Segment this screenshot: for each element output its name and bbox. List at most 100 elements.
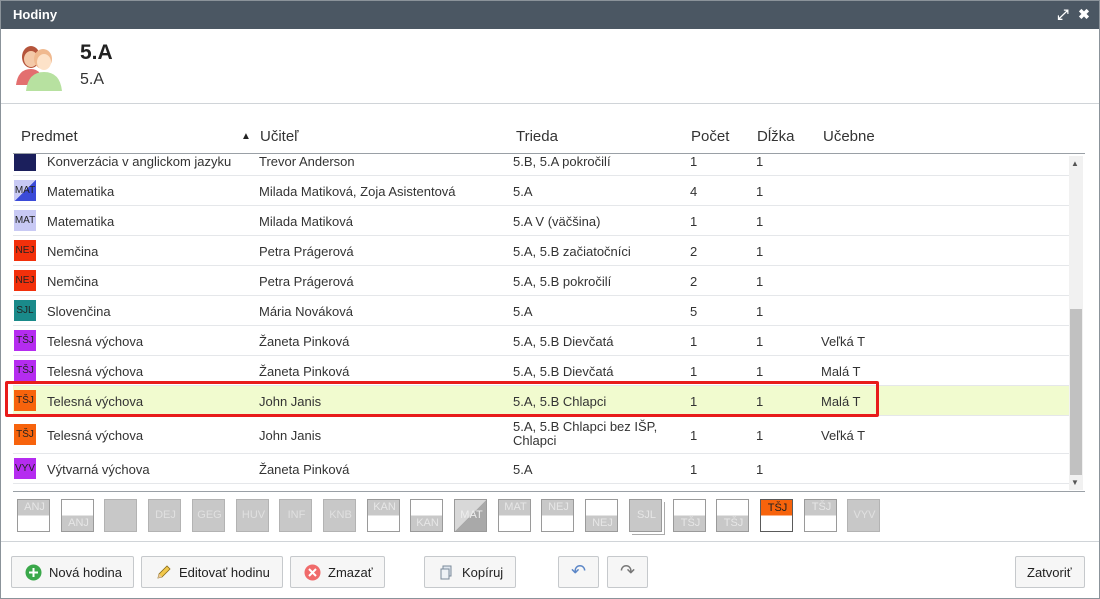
subject-chip[interactable] bbox=[104, 499, 137, 532]
subject-chip-label: MAT bbox=[460, 509, 483, 521]
cell-count: 1 bbox=[690, 154, 698, 169]
cell-subject: Telesná výchova bbox=[47, 334, 144, 349]
subject-chip-label: MAT bbox=[504, 501, 527, 513]
subject-chip[interactable]: DEJ bbox=[148, 499, 181, 532]
maximize-icon[interactable]: ⤢ bbox=[1055, 6, 1071, 22]
title-bar: Hodiny ⤢ ✖ bbox=[1, 1, 1099, 29]
table-row[interactable]: Konverzácia v anglickom jazyku Trevor And… bbox=[13, 154, 1069, 176]
column-header-rooms[interactable]: Učebne bbox=[823, 128, 875, 145]
subject-chip[interactable]: TŠJ bbox=[716, 499, 749, 532]
window-title: Hodiny bbox=[13, 7, 58, 22]
cell-teacher: Žaneta Pinková bbox=[259, 462, 350, 477]
lessons-table: Konverzácia v anglickom jazyku Trevor And… bbox=[13, 153, 1085, 492]
cell-class: 5.A V (väčšina) bbox=[513, 214, 601, 229]
table-row[interactable]: VYV Výtvarná výchova Žaneta Pinková 5.A 1 1 bbox=[13, 454, 1069, 484]
subject-chip[interactable]: KAN bbox=[410, 499, 443, 532]
dialog-footer: Nová hodina Editovať hodinu Zmazať Kopír… bbox=[1, 541, 1099, 599]
cell-class: 5.A, 5.B pokročilí bbox=[513, 274, 612, 289]
subject-color-badge: TŠJ bbox=[14, 360, 36, 381]
subject-color-badge: NEJ bbox=[14, 270, 36, 291]
subject-chip[interactable]: MAT bbox=[454, 499, 487, 532]
cell-teacher: Petra Prágerová bbox=[259, 244, 354, 259]
cell-subject: Výtvarná výchova bbox=[47, 462, 150, 477]
subject-chip[interactable]: ANJ bbox=[17, 499, 50, 532]
table-row[interactable]: TŠJ Telesná výchova Žaneta Pinková 5.A, 5.B… bbox=[13, 326, 1069, 356]
subject-color-badge: MAT bbox=[14, 180, 36, 201]
subject-chip[interactable]: VYV bbox=[847, 499, 880, 532]
column-header-subject[interactable]: Predmet bbox=[21, 128, 78, 145]
subject-chip[interactable]: KNB bbox=[323, 499, 356, 532]
subject-chip-label: TŠJ bbox=[767, 502, 788, 514]
subject-chip-label: VYV bbox=[853, 509, 876, 521]
subject-chip[interactable]: HUV bbox=[236, 499, 269, 532]
cell-length: 1 bbox=[756, 214, 764, 229]
scroll-down-icon[interactable]: ▼ bbox=[1071, 478, 1079, 487]
sort-ascending-icon[interactable]: ▲ bbox=[241, 131, 251, 142]
table-row[interactable]: NEJ Nemčina Petra Prágerová 5.A, 5.B pokroč… bbox=[13, 266, 1069, 296]
cell-teacher: Žaneta Pinková bbox=[259, 364, 350, 379]
cell-class: 5.A bbox=[513, 304, 533, 319]
cell-length: 1 bbox=[756, 428, 764, 443]
subject-chip[interactable]: GEG bbox=[192, 499, 225, 532]
cell-teacher: Žaneta Pinková bbox=[259, 334, 350, 349]
vertical-scrollbar[interactable]: ▲ ▼ bbox=[1069, 156, 1083, 490]
subject-chip[interactable]: TŠJ bbox=[673, 499, 706, 532]
column-header-teacher[interactable]: Učiteľ bbox=[260, 128, 299, 145]
subject-color-badge: VYV bbox=[14, 458, 36, 479]
subject-color-badge: NEJ bbox=[14, 240, 36, 261]
table-row[interactable]: SJL Slovenčina Mária Nováková 5.A 5 1 bbox=[13, 296, 1069, 326]
cell-count: 4 bbox=[690, 184, 698, 199]
close-button[interactable]: Zatvoriť bbox=[1015, 556, 1085, 588]
table-row[interactable]: MAT Matematika Milada Matiková, Zoja Asist… bbox=[13, 176, 1069, 206]
subject-chip[interactable]: TŠJ bbox=[804, 499, 837, 532]
cell-class: 5.A bbox=[513, 462, 533, 477]
subject-chip-label: KAN bbox=[416, 517, 439, 529]
subject-filter-bar: ANJ ANJ DEJ GEG HUV INF KNB KAN KAN MAT MAT NEJ NEJ S… bbox=[17, 499, 897, 535]
subject-chip[interactable]: KAN bbox=[367, 499, 400, 532]
column-header-count[interactable]: Počet bbox=[691, 128, 729, 145]
close-icon[interactable]: ✖ bbox=[1076, 6, 1092, 22]
cell-subject: Konverzácia v anglickom jazyku bbox=[47, 154, 232, 169]
column-header-length[interactable]: Dĺžka bbox=[757, 128, 795, 145]
edit-lesson-button[interactable]: Editovať hodinu bbox=[141, 556, 283, 588]
cell-subject: Telesná výchova bbox=[47, 364, 144, 379]
subject-chip[interactable]: TŠJ bbox=[760, 499, 793, 532]
column-header-class[interactable]: Trieda bbox=[516, 128, 558, 145]
copy-button[interactable]: Kopíruj bbox=[424, 556, 516, 588]
subject-chip[interactable]: NEJ bbox=[541, 499, 574, 532]
cell-teacher: Milada Matiková, Zoja Asistentová bbox=[259, 184, 456, 199]
cell-length: 1 bbox=[756, 244, 764, 259]
cell-teacher: Trevor Anderson bbox=[259, 154, 355, 169]
cell-count: 2 bbox=[690, 274, 698, 289]
table-row[interactable]: NEJ Nemčina Petra Prágerová 5.A, 5.B začiat… bbox=[13, 236, 1069, 266]
subject-chip[interactable]: MAT bbox=[498, 499, 531, 532]
subject-chip[interactable]: SJL bbox=[629, 499, 662, 532]
subject-chip[interactable]: NEJ bbox=[585, 499, 618, 532]
undo-icon: ↶ bbox=[571, 561, 587, 581]
cell-length: 1 bbox=[756, 462, 764, 477]
scroll-up-icon[interactable]: ▲ bbox=[1071, 159, 1079, 168]
subject-color-badge: SJL bbox=[14, 300, 36, 321]
subject-chip-label: KNB bbox=[329, 509, 352, 521]
cell-rooms: Malá T bbox=[821, 364, 861, 379]
subject-chip-label: DEJ bbox=[155, 509, 176, 521]
table-row[interactable]: MAT Matematika Milada Matiková 5.A V (väčši… bbox=[13, 206, 1069, 236]
redo-button[interactable]: ↷ bbox=[607, 556, 648, 588]
cell-teacher: Petra Prágerová bbox=[259, 274, 354, 289]
cell-length: 1 bbox=[756, 184, 764, 199]
cell-class: 5.A, 5.B Dievčatá bbox=[513, 334, 614, 349]
subject-chip[interactable]: ANJ bbox=[61, 499, 94, 532]
cell-class: 5.A, 5.B Dievčatá bbox=[513, 364, 614, 379]
cell-rooms: Veľká T bbox=[821, 334, 866, 349]
new-lesson-button[interactable]: Nová hodina bbox=[11, 556, 134, 588]
subject-chip[interactable]: INF bbox=[279, 499, 312, 532]
subject-chip-label: INF bbox=[287, 509, 306, 521]
cell-teacher: Mária Nováková bbox=[259, 304, 353, 319]
scrollbar-thumb[interactable] bbox=[1070, 309, 1082, 475]
cell-count: 5 bbox=[690, 304, 698, 319]
delete-icon bbox=[304, 564, 321, 581]
undo-button[interactable]: ↶ bbox=[558, 556, 599, 588]
table-row[interactable]: TŠJ Telesná výchova John Janis 5.A, 5.B Chl… bbox=[13, 416, 1069, 454]
cell-subject: Telesná výchova bbox=[47, 428, 144, 443]
delete-button[interactable]: Zmazať bbox=[290, 556, 385, 588]
